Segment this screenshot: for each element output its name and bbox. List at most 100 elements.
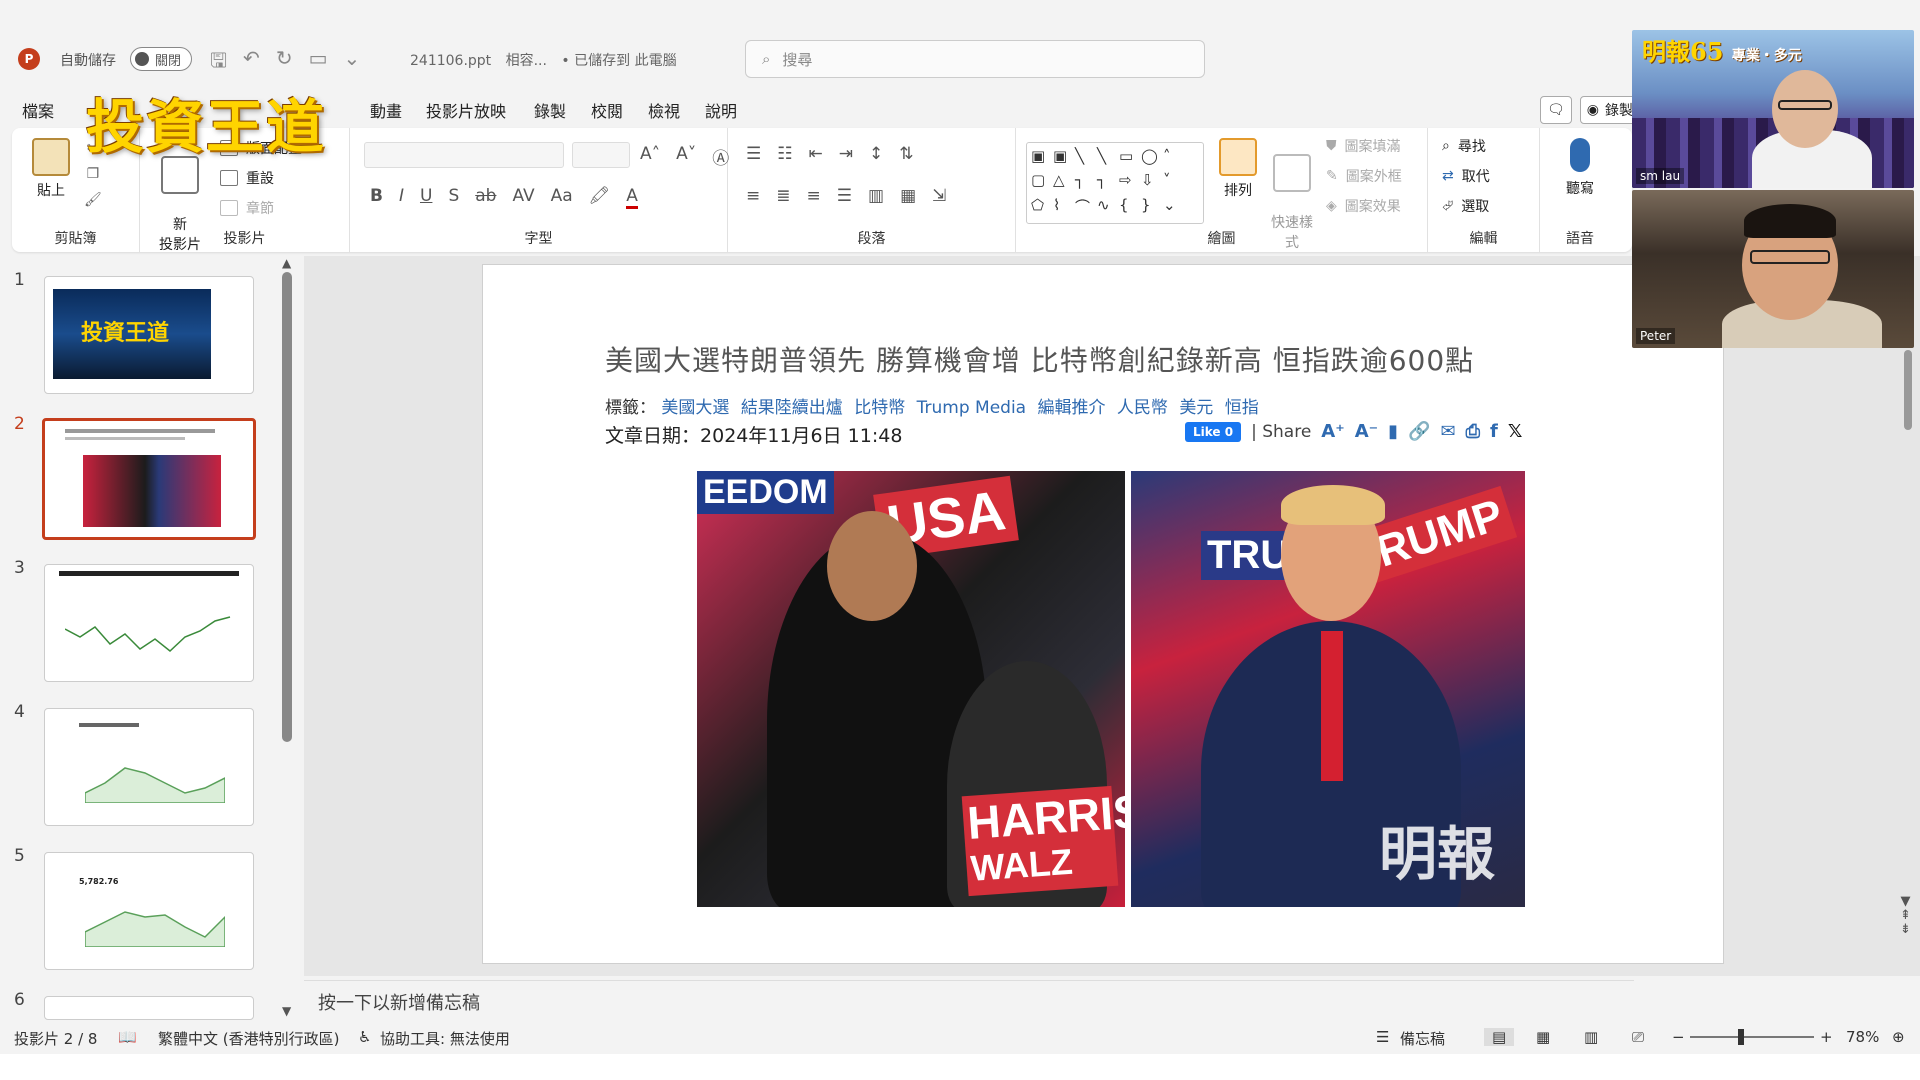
font-color-icon[interactable]: A (626, 186, 638, 209)
shape-fill-button[interactable]: ⛊ 圖案填滿 (1326, 136, 1401, 156)
down-arrow-shape-icon[interactable]: ⇩ (1141, 171, 1161, 191)
highlight-icon[interactable]: 🖍 (589, 186, 611, 209)
search-input[interactable]: ⌕ 搜尋 (745, 40, 1205, 78)
undo-icon[interactable]: ↶ (243, 46, 260, 80)
tag-link[interactable]: 編輯推介 (1038, 398, 1106, 418)
right-arrow-shape-icon[interactable]: ⇨ (1119, 171, 1139, 191)
font-family-select[interactable] (364, 142, 564, 168)
grow-font-icon[interactable]: A˄ (640, 144, 660, 169)
brace-open-shape-icon[interactable]: { (1119, 196, 1139, 219)
present-icon[interactable]: ▭ (309, 46, 328, 80)
tab-slideshow[interactable]: 投影片放映 (426, 98, 506, 122)
justify-icon[interactable]: ☰ (837, 186, 852, 206)
curve-shape-icon[interactable]: ⌇ (1053, 196, 1073, 219)
notes-pane[interactable]: 按一下以新增備忘稿 (304, 980, 1634, 1018)
distribute-icon[interactable]: ▥ (868, 186, 884, 206)
bookmark-icon[interactable]: ▮ (1388, 421, 1398, 442)
tab-file[interactable]: 檔案 (22, 98, 54, 122)
tag-link[interactable]: 結果陸續出爐 (741, 398, 843, 418)
replace-button[interactable]: ⇄ 取代 (1442, 166, 1490, 186)
shape-effects-button[interactable]: ◈ 圖案效果 (1326, 196, 1401, 216)
zoom-slider-thumb[interactable] (1738, 1029, 1744, 1045)
rect-shape-icon[interactable]: ▭ (1119, 147, 1139, 167)
arrange-button[interactable]: 排列 (1216, 138, 1260, 200)
slide-sorter-icon[interactable]: ▦ (1536, 1028, 1550, 1046)
print-icon[interactable]: ⎙ (1466, 421, 1480, 442)
thumbnail-slide-4[interactable] (44, 708, 254, 826)
scroll-up-icon[interactable]: ▲ (282, 256, 291, 270)
tab-help[interactable]: 說明 (705, 98, 737, 122)
section-button[interactable]: 章節 (220, 198, 274, 218)
facebook-like-button[interactable]: Like 0 (1185, 421, 1242, 442)
shape-outline-button[interactable]: ✎ 圖案外框 (1326, 166, 1402, 186)
strikethrough-button[interactable]: ab (475, 186, 496, 209)
elbow-shape-icon[interactable]: ┐ (1075, 171, 1095, 191)
tag-link[interactable]: 美國大選 (661, 398, 729, 418)
reset-button[interactable]: 重設 (220, 168, 274, 188)
vtextbox-shape-icon[interactable]: ▣ (1053, 147, 1073, 167)
thumbnail-slide-6[interactable] (44, 996, 254, 1020)
reading-view-icon[interactable]: ▥ (1584, 1028, 1598, 1046)
next-slide-icon[interactable]: ⇟ (1900, 923, 1911, 937)
save-icon[interactable]: 🖫 (210, 46, 227, 80)
underline-button[interactable]: U (420, 186, 432, 209)
italic-button[interactable]: I (399, 186, 404, 209)
slideshow-view-icon[interactable]: ⎚ (1632, 1028, 1644, 1046)
slide-scrollbar[interactable] (1904, 350, 1912, 430)
tag-link[interactable]: 人民幣 (1117, 398, 1168, 418)
tab-view[interactable]: 檢視 (648, 98, 680, 122)
bold-button[interactable]: B (370, 186, 383, 209)
notes-icon[interactable]: ☰ (1376, 1028, 1389, 1046)
line-shape-icon[interactable]: ╲ (1075, 147, 1095, 167)
accessibility-icon[interactable]: ♿ (358, 1028, 371, 1046)
clear-format-icon[interactable]: Ⓐ (712, 144, 729, 169)
thumbnail-scrollbar[interactable] (282, 272, 292, 742)
thumbnail-slide-1[interactable]: 投資王道 (44, 276, 254, 394)
text-direction-icon[interactable]: ⇲ (932, 186, 946, 206)
language-indicator[interactable]: 繁體中文 (香港特別行政區) (158, 1028, 339, 1049)
decrease-indent-icon[interactable]: ⇤ (809, 144, 823, 164)
zoom-slider[interactable] (1690, 1036, 1814, 1038)
copy-icon[interactable]: ❐ (87, 166, 100, 182)
paste-button[interactable]: 貼上 (26, 138, 76, 200)
textbox-shape-icon[interactable]: ▣ (1031, 147, 1051, 167)
elbow-arrow-shape-icon[interactable]: ┐ (1097, 171, 1117, 191)
sort-icon[interactable]: ⇅ (899, 144, 913, 164)
x-icon[interactable]: 𝕏 (1508, 421, 1523, 442)
change-case-button[interactable]: Aa (551, 186, 573, 209)
align-left-icon[interactable]: ≡ (746, 186, 760, 206)
find-button[interactable]: ⌕ 尋找 (1442, 136, 1486, 156)
rounded-rect-shape-icon[interactable]: ▢ (1031, 171, 1051, 191)
tag-link[interactable]: 比特幣 (854, 398, 905, 418)
arc-shape-icon[interactable]: ⌒ (1075, 196, 1095, 219)
document-title[interactable]: 241106.ppt 相容... • 已儲存到 此電腦 (410, 50, 687, 70)
thumbnail-slide-5[interactable]: 5,782.76 (44, 852, 254, 970)
redo-icon[interactable]: ↻ (276, 46, 293, 80)
columns-icon[interactable]: ▦ (900, 186, 916, 206)
scroll-up-icon[interactable]: ˄ (1163, 147, 1183, 167)
shapes-gallery[interactable]: ▣ ▣ ╲ ╲ ▭ ◯ ˄ ▢ △ ┐ ┐ ⇨ ⇩ ˅ ⬠ ⌇ ⌒ ∿ { } … (1026, 142, 1204, 224)
line-spacing-icon[interactable]: ↕ (869, 144, 883, 164)
wave-shape-icon[interactable]: ∿ (1097, 196, 1117, 219)
fit-slide-icon[interactable]: ⊕ (1892, 1028, 1905, 1046)
video-tile-peter[interactable]: Peter (1632, 190, 1914, 348)
spellcheck-icon[interactable]: 📖 (118, 1028, 137, 1046)
tag-link[interactable]: Trump Media (917, 398, 1026, 418)
email-icon[interactable]: ✉ (1441, 421, 1456, 442)
char-spacing-button[interactable]: AV (512, 186, 534, 209)
notes-toggle[interactable]: 備忘稿 (1400, 1028, 1445, 1049)
font-decrease-icon[interactable]: A⁻ (1355, 421, 1378, 442)
increase-indent-icon[interactable]: ⇥ (839, 144, 853, 164)
comments-button[interactable]: 🗨 (1540, 96, 1572, 124)
autosave-toggle[interactable]: 關閉 (130, 47, 192, 71)
zoom-level[interactable]: 78% (1846, 1028, 1879, 1046)
prev-slide-icon[interactable]: ⇞ (1900, 909, 1911, 923)
link-icon[interactable]: 🔗 (1408, 421, 1430, 442)
scroll-down-icon[interactable]: ▼ (1900, 895, 1911, 909)
tab-review[interactable]: 校閱 (591, 98, 623, 122)
zoom-out-icon[interactable]: − (1672, 1028, 1685, 1046)
tab-animations[interactable]: 動畫 (370, 98, 402, 122)
video-tile-sm-lau[interactable]: 明報65 專業‧多元 sm lau (1632, 30, 1914, 188)
tab-record[interactable]: 錄製 (534, 98, 566, 122)
tag-link[interactable]: 恒指 (1225, 398, 1259, 418)
